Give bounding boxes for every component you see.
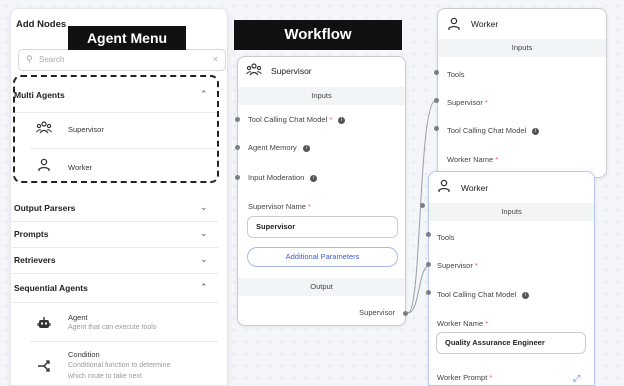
agent-menu-label: Agent Menu xyxy=(68,26,186,50)
divider xyxy=(30,341,218,342)
input-handle[interactable] xyxy=(434,98,439,103)
input-handle[interactable] xyxy=(426,290,431,295)
field-agent-memory: Agent Memory i xyxy=(248,143,310,152)
section-retrievers[interactable]: Retrievers xyxy=(14,255,56,265)
field-tool-calling-chat-model: Tool Calling Chat Model i xyxy=(447,126,540,135)
supervisor-name-label: Supervisor Name * xyxy=(248,202,311,211)
node-title: Supervisor xyxy=(271,66,312,76)
output-header: Output xyxy=(238,278,405,296)
search-icon: ⚲ xyxy=(26,54,33,64)
field-tools: Tools xyxy=(447,70,465,79)
input-handle[interactable] xyxy=(426,262,431,267)
output-handle[interactable] xyxy=(403,311,408,316)
input-handle[interactable] xyxy=(235,117,240,122)
section-sequential-agents[interactable]: Sequential Agents xyxy=(14,283,88,293)
info-icon: i xyxy=(532,127,540,135)
node-item-agent-description: Agent that can execute tools xyxy=(68,324,157,331)
node-item-agent[interactable]: Agent xyxy=(68,313,88,322)
inputs-header: Inputs xyxy=(429,203,594,221)
multi-agents-highlight xyxy=(13,75,219,183)
worker-icon xyxy=(447,17,461,34)
field-supervisor: Supervisor * xyxy=(447,98,488,107)
robot-icon xyxy=(37,316,51,333)
node-title: Worker xyxy=(461,183,489,193)
input-handle[interactable] xyxy=(426,232,431,237)
divider xyxy=(12,273,218,274)
supervisor-node[interactable]: Supervisor Inputs Tool Calling Chat Mode… xyxy=(237,56,406,326)
panel-title: Add Nodes xyxy=(16,19,67,30)
node-item-condition-description-1: Conditional function to determine xyxy=(68,362,171,369)
input-handle[interactable] xyxy=(434,126,439,131)
node-item-condition-description-2: which route to take next xyxy=(68,373,142,380)
info-icon: i xyxy=(302,144,310,152)
info-icon: i xyxy=(522,291,530,299)
section-output-parsers[interactable]: Output Parsers xyxy=(14,203,75,213)
workflow-label: Workflow xyxy=(234,20,402,50)
section-prompts[interactable]: Prompts xyxy=(14,229,48,239)
inputs-header: Inputs xyxy=(438,39,606,57)
worker-name-label: Worker Name * xyxy=(447,155,499,164)
input-handle[interactable] xyxy=(434,70,439,75)
split-arrow-icon xyxy=(37,359,51,376)
drag-handle[interactable] xyxy=(420,203,425,208)
worker-node-bottom[interactable]: Worker Inputs Tools Supervisor * Tool Ca… xyxy=(428,171,595,386)
divider xyxy=(12,302,218,303)
divider xyxy=(12,247,218,248)
output-supervisor: Supervisor xyxy=(359,308,395,317)
node-item-condition[interactable]: Condition xyxy=(68,350,100,359)
worker-name-input[interactable]: Quality Assurance Engineer xyxy=(436,332,586,354)
info-icon: i xyxy=(338,116,346,124)
worker-prompt-label: Worker Prompt * xyxy=(437,373,493,382)
node-title: Worker xyxy=(471,19,499,29)
divider xyxy=(12,221,218,222)
input-handle[interactable] xyxy=(235,145,240,150)
input-handle[interactable] xyxy=(235,175,240,180)
worker-icon xyxy=(437,179,451,196)
field-tool-calling-chat-model: Tool Calling Chat Model * i xyxy=(248,115,346,124)
additional-parameters-button[interactable]: Additional Parameters xyxy=(247,247,398,267)
worker-node-top[interactable]: Worker Inputs Tools Supervisor * Tool Ca… xyxy=(437,8,607,178)
supervisor-icon xyxy=(246,63,262,80)
expand-icon[interactable]: ⤢ xyxy=(573,373,580,384)
field-tools: Tools xyxy=(437,233,455,242)
clear-icon[interactable]: × xyxy=(213,54,218,64)
supervisor-name-input[interactable]: Supervisor xyxy=(247,216,398,238)
search-input[interactable]: ⚲ Search × xyxy=(18,49,226,71)
field-supervisor: Supervisor * xyxy=(437,261,478,270)
field-input-moderation: Input Moderation i xyxy=(248,173,318,182)
field-tool-calling-chat-model: Tool Calling Chat Model i xyxy=(437,290,530,299)
worker-name-label: Worker Name * xyxy=(437,319,489,328)
search-placeholder: Search xyxy=(39,55,65,64)
info-icon: i xyxy=(310,174,318,182)
inputs-header: Inputs xyxy=(238,87,405,105)
